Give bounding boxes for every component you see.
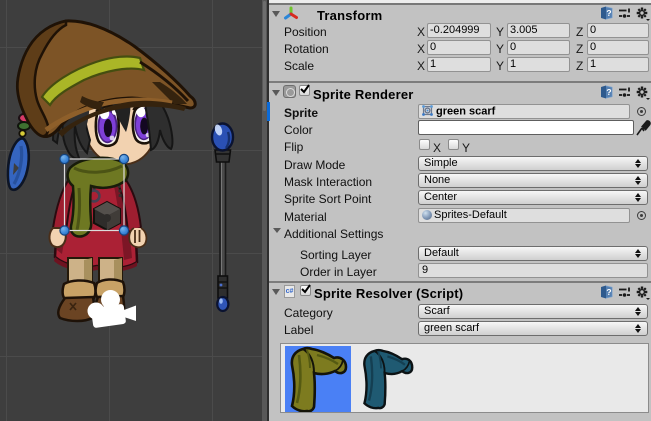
svg-text:?: ? xyxy=(606,8,611,18)
